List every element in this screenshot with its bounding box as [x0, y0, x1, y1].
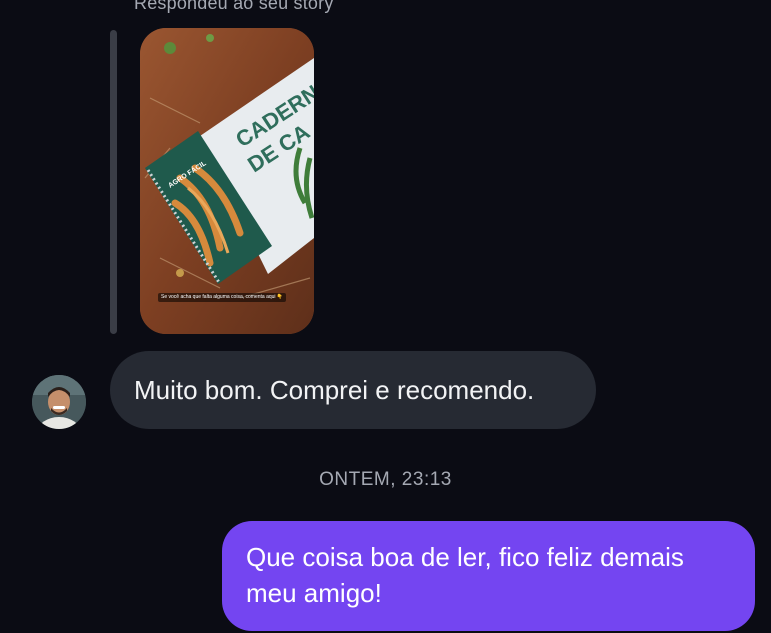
- chat-thread: Respondeu ao seu story CADERN DE CA AGRO…: [0, 0, 771, 633]
- incoming-message-text: Muito bom. Comprei e recomendo.: [134, 374, 535, 405]
- outgoing-message-bubble[interactable]: Que coisa boa de ler, fico feliz demais …: [222, 521, 755, 631]
- outgoing-message-text: Que coisa boa de ler, fico feliz demais …: [246, 542, 684, 608]
- message-timestamp: ONTEM, 23:13: [319, 469, 452, 490]
- story-reply-caption: Respondeu ao seu story: [134, 0, 334, 13]
- story-image: CADERN DE CA AGRO FÁCIL: [140, 28, 314, 334]
- incoming-message-bubble[interactable]: Muito bom. Comprei e recomendo.: [110, 351, 596, 429]
- avatar-icon: [32, 375, 86, 429]
- story-thumbnail[interactable]: CADERN DE CA AGRO FÁCIL Se você acha que…: [140, 28, 314, 334]
- sender-avatar[interactable]: [32, 375, 86, 429]
- story-overlay-text: Se você acha que falta alguma coisa, com…: [158, 293, 287, 302]
- reply-indicator-bar: [110, 30, 117, 334]
